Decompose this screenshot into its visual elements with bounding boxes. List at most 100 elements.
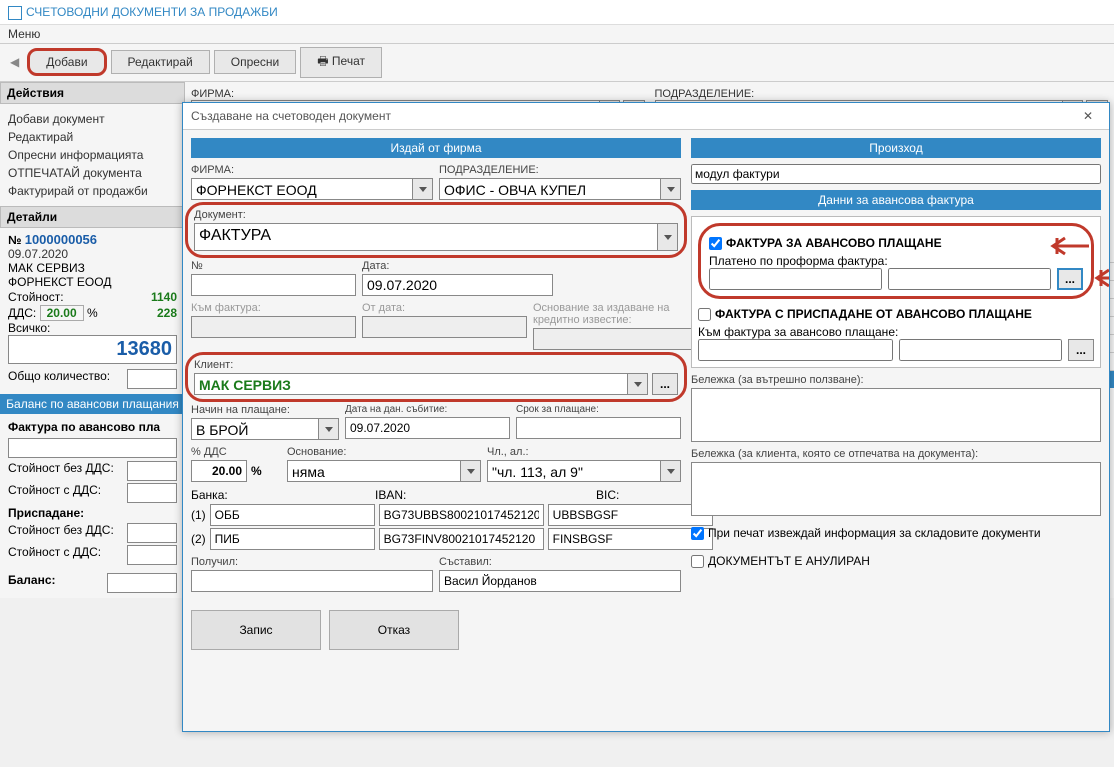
advance-header: Данни за авансова фактура (691, 190, 1101, 210)
dlg-division-label: ПОДРАЗДЕЛЕНИЕ: (439, 164, 681, 176)
print-button[interactable]: 🖶 Печат (300, 47, 382, 78)
value-amount: 1140 (151, 290, 177, 304)
action-links: Добави документ Редактирай Опресни инфор… (0, 104, 185, 206)
doc-number: 1000000056 (25, 232, 97, 247)
adv-invoice-label: Фактура по авансово пла (8, 418, 177, 436)
chevron-down-icon[interactable] (658, 223, 678, 251)
refresh-button[interactable]: Опресни (214, 50, 297, 74)
add-button[interactable]: Добави (27, 48, 106, 76)
app-icon (8, 6, 22, 20)
chk-advance-invoice[interactable] (709, 237, 722, 250)
proforma-field-1[interactable] (709, 268, 882, 290)
bank-1-iban[interactable] (379, 504, 544, 526)
due-input[interactable] (516, 417, 681, 439)
article-select[interactable]: "чл. 113, ал 9" (487, 460, 661, 482)
arrow-left-icon (1089, 268, 1109, 288)
val-wo-dds-1-field (127, 461, 177, 481)
client-browse-button[interactable]: ... (652, 373, 678, 395)
total-label: Всичко: (8, 321, 177, 335)
number-label: № (191, 260, 356, 272)
bank-1-name[interactable] (210, 504, 375, 526)
tax-date-label: Дата на дан. събитие: (345, 404, 510, 415)
arrow-left-icon (1045, 236, 1089, 256)
chevron-down-icon[interactable] (461, 460, 481, 482)
client-select[interactable]: МАК СЕРВИЗ (194, 373, 628, 395)
link-add-doc[interactable]: Добави документ (8, 110, 177, 128)
paid-proforma-label: Платено по проформа фактура: (709, 254, 1083, 268)
pay-method-select[interactable]: В БРОЙ (191, 418, 319, 440)
client-name: МАК СЕРВИЗ (8, 261, 177, 275)
chk-advance-label: ФАКТУРА ЗА АВАНСОВО ПЛАЩАНЕ (726, 236, 942, 250)
pct-symbol: % (251, 464, 262, 478)
division-label: ПОДРАЗДЕЛЕНИЕ: (655, 88, 1109, 100)
compiled-label: Съставил: (439, 556, 681, 568)
toolbar-prev[interactable]: ◀ (6, 55, 23, 69)
total-amount: 13680 (8, 335, 177, 364)
edit-button[interactable]: Редактирай (111, 50, 210, 74)
from-date-input (362, 316, 527, 338)
chevron-down-icon[interactable] (319, 418, 339, 440)
credit-reason-label: Основание за издаване на кредитно извест… (533, 302, 698, 326)
bank-1-bic[interactable] (548, 504, 713, 526)
chevron-down-icon[interactable] (661, 460, 681, 482)
firma-label: ФИРМА: (191, 88, 645, 100)
proforma-browse-button[interactable]: ... (1057, 268, 1083, 290)
to-adv-browse-button[interactable]: ... (1068, 339, 1094, 361)
chevron-down-icon[interactable] (413, 178, 433, 200)
chk-print-warehouse[interactable] (691, 527, 704, 540)
val-wo-dds-2-field (127, 523, 177, 543)
link-refresh[interactable]: Опресни информацията (8, 146, 177, 164)
compiled-input[interactable] (439, 570, 681, 592)
chk-print-label: При печат извеждай информация за складов… (708, 526, 1041, 540)
date-label: Дата: (362, 260, 553, 272)
value-label: Стойност: (8, 290, 64, 304)
adv-invoice-field[interactable] (8, 438, 177, 458)
dlg-division-select[interactable]: ОФИС - ОВЧА КУПЕЛ (439, 178, 661, 200)
qty-value (127, 369, 177, 389)
link-invoice-sales[interactable]: Фактурирай от продажби (8, 182, 177, 200)
to-adv-field-2[interactable] (899, 339, 1062, 361)
pct-dds-input[interactable] (191, 460, 247, 482)
doc-type-select[interactable]: ФАКТУРА (194, 223, 658, 251)
link-print[interactable]: ОТПЕЧАТАЙ документа (8, 164, 177, 182)
balance-label: Баланс: (8, 573, 56, 593)
to-invoice-label: Към фактура: (191, 302, 356, 314)
actions-header: Действия (0, 82, 185, 104)
bank-2-name[interactable] (210, 528, 375, 550)
received-input[interactable] (191, 570, 433, 592)
credit-reason-input (533, 328, 698, 350)
chevron-down-icon[interactable] (628, 373, 648, 395)
from-date-label: От дата: (362, 302, 527, 314)
proforma-field-2[interactable] (888, 268, 1051, 290)
menu-bar[interactable]: Меню (0, 25, 1114, 43)
bank-2-bic[interactable] (548, 528, 713, 550)
due-label: Срок за плащане: (516, 404, 681, 415)
tax-date-input[interactable] (345, 417, 510, 439)
chk-void[interactable] (691, 555, 704, 568)
bank-row-1-num: (1) (191, 504, 206, 526)
dlg-firma-select[interactable]: ФОРНЕКСТ ЕООД (191, 178, 413, 200)
note-client-textarea[interactable] (691, 462, 1101, 516)
close-icon[interactable]: ✕ (1075, 107, 1101, 125)
pay-method-label: Начин на плащане: (191, 404, 339, 416)
number-input[interactable] (191, 274, 356, 296)
origin-header: Произход (691, 138, 1101, 158)
link-edit[interactable]: Редактирай (8, 128, 177, 146)
to-invoice-input (191, 316, 356, 338)
to-adv-field-1[interactable] (698, 339, 893, 361)
doc-date: 09.07.2020 (8, 247, 177, 261)
chk-deduct-invoice[interactable] (698, 308, 711, 321)
chevron-down-icon[interactable] (661, 178, 681, 200)
basis-select[interactable]: няма (287, 460, 461, 482)
bank-2-iban[interactable] (379, 528, 544, 550)
date-input[interactable] (362, 274, 553, 296)
save-button[interactable]: Запис (191, 610, 321, 650)
to-adv-invoice-label: Към фактура за авансово плащане: (698, 325, 1094, 339)
iban-label: IBAN: (375, 488, 590, 502)
bank-row-2-num: (2) (191, 528, 206, 550)
origin-field (691, 164, 1101, 184)
qty-label: Общо количество: (8, 369, 110, 389)
cancel-button[interactable]: Отказ (329, 610, 459, 650)
note-internal-textarea[interactable] (691, 388, 1101, 442)
issue-from-header: Издай от фирма (191, 138, 681, 158)
